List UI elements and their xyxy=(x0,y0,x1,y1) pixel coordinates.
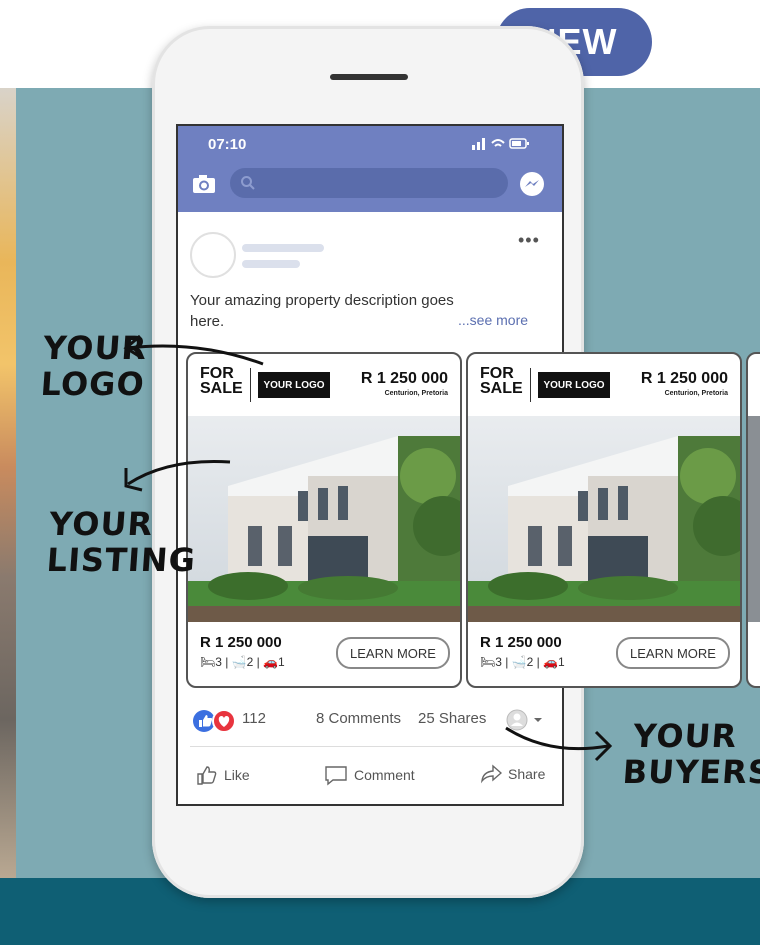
card-price: R 1 250 000 xyxy=(360,370,448,387)
shares-count[interactable]: 25 Shares xyxy=(418,710,486,727)
for-sale-label: FOR SALE xyxy=(480,365,523,397)
annotation-your-listing: YOUR LISTING xyxy=(45,505,198,579)
phone-speaker xyxy=(330,74,408,80)
signal-wifi-battery-icon xyxy=(472,138,529,150)
reaction-icons[interactable] xyxy=(192,708,240,739)
card-features: 🛏3 | 🛁2 | 🚗1 xyxy=(200,655,285,669)
house-photo xyxy=(468,416,740,622)
learn-more-button[interactable]: LEARN MORE xyxy=(616,637,730,669)
annotation-your-logo: YOUR LOGO xyxy=(39,329,149,403)
card-bottom-price: R 1 250 000 xyxy=(200,634,282,651)
card-bottom-price: R 1 250 000 xyxy=(480,634,562,651)
house-photo xyxy=(188,416,460,622)
camera-icon[interactable] xyxy=(192,174,216,194)
background-photo-strip xyxy=(0,88,16,878)
see-more-link[interactable]: ...see more xyxy=(458,312,528,328)
header-divider xyxy=(530,368,531,402)
divider xyxy=(190,746,550,747)
agency-logo-placeholder: YOUR LOGO xyxy=(258,372,330,398)
arrow-to-logo-icon xyxy=(123,334,264,366)
search-input[interactable] xyxy=(230,168,508,198)
carousel-card[interactable]: FOR SALE YOUR LOGO R 1 250 000 Centurion,… xyxy=(466,352,742,688)
card-location: Centurion, Pretoria xyxy=(664,390,728,397)
thumbs-up-icon xyxy=(197,766,217,785)
arrow-to-buyers-icon xyxy=(505,726,613,762)
comments-count[interactable]: 8 Comments xyxy=(316,710,401,727)
like-button[interactable]: Like xyxy=(196,764,250,786)
comment-button[interactable]: Comment xyxy=(324,764,415,786)
annotation-logo-text: YOUR LOGO xyxy=(39,329,149,403)
messenger-icon[interactable] xyxy=(518,170,546,198)
post-time-placeholder xyxy=(242,260,300,268)
share-icon xyxy=(481,764,502,784)
arrow-to-listing-icon xyxy=(124,460,231,492)
carousel-card[interactable]: FOR SALE YOUR LOGO R 1 250 000 Centurion,… xyxy=(186,352,462,688)
comment-label: Comment xyxy=(354,767,415,783)
facebook-header: 07:10 xyxy=(178,126,562,212)
card-features: 🛏3 | 🛁2 | 🚗1 xyxy=(480,655,565,669)
listing-image xyxy=(188,416,460,622)
search-icon xyxy=(241,176,255,190)
page-avatar[interactable] xyxy=(190,232,236,278)
listing-image-partial xyxy=(748,416,760,622)
learn-more-button[interactable]: LEARN MORE xyxy=(336,637,450,669)
annotation-your-buyers: YOUR BUYERS xyxy=(621,717,760,791)
post-description: Your amazing property description goes h… xyxy=(190,292,454,330)
card-price: R 1 250 000 xyxy=(640,370,728,387)
card-location: Centurion, Pretoria xyxy=(384,390,448,397)
like-label: Like xyxy=(224,767,250,783)
more-options-icon[interactable]: ••• xyxy=(518,230,540,251)
annotation-buyers-text: YOUR BUYERS xyxy=(621,717,760,791)
like-love-reaction-icon xyxy=(193,709,236,733)
agency-logo-placeholder: YOUR LOGO xyxy=(538,372,610,398)
page-name-placeholder xyxy=(242,244,324,252)
status-icons xyxy=(472,135,532,154)
reaction-count: 112 xyxy=(242,710,266,727)
comment-icon xyxy=(325,766,347,786)
listing-image xyxy=(468,416,740,622)
annotation-listing-text: YOUR LISTING xyxy=(45,505,198,579)
status-time: 07:10 xyxy=(208,136,247,153)
carousel-card-partial[interactable] xyxy=(746,352,760,688)
